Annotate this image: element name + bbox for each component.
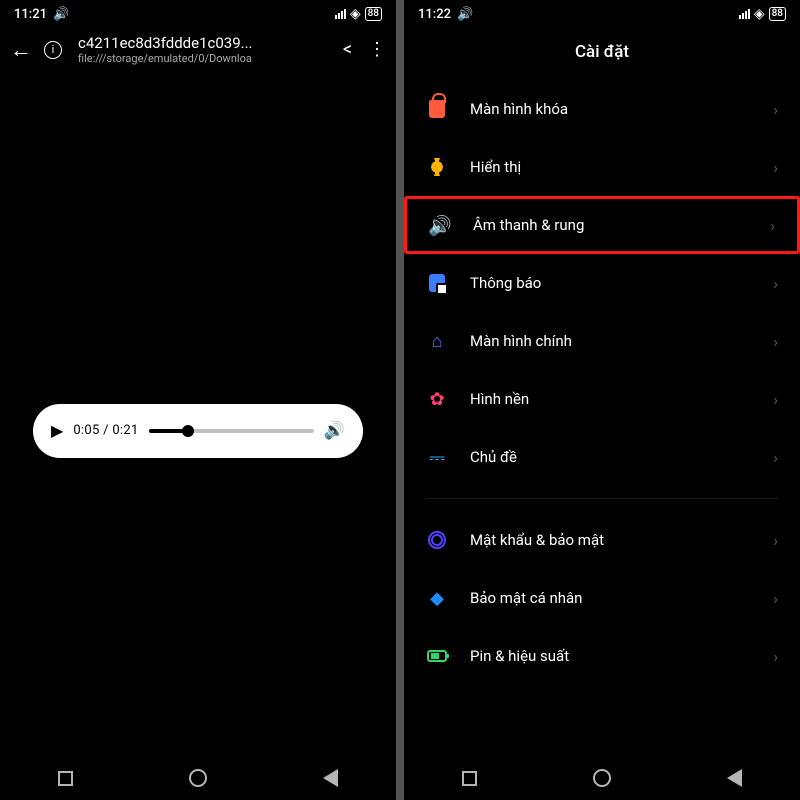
settings-label: Bảo mật cá nhân — [470, 589, 751, 607]
fingerprint-icon — [426, 529, 448, 551]
share-icon[interactable]: < — [343, 39, 352, 60]
settings-label: Chủ đề — [470, 448, 751, 466]
seek-thumb[interactable] — [182, 425, 194, 437]
back-button[interactable]: ← — [10, 37, 32, 63]
chevron-right-icon: › — [773, 274, 778, 293]
wifi-icon: ◈ — [350, 6, 361, 22]
nav-back[interactable] — [727, 769, 742, 787]
chevron-right-icon: › — [773, 332, 778, 351]
phone-left: 11:21 🔊 ◈ 88 ← i c4211ec8d3fddde1c039...… — [0, 0, 396, 800]
navigation-bar — [0, 760, 396, 800]
signal-icon — [335, 9, 346, 19]
sound-icon: 🔊 — [429, 214, 451, 236]
settings-row-theme[interactable]: ⎓ Chủ đề › — [404, 428, 800, 486]
settings-list-2: Mật khẩu & bảo mật›◆Bảo mật cá nhân›Pin … — [404, 511, 800, 685]
nav-recents[interactable] — [58, 771, 73, 786]
site-info-icon[interactable]: i — [44, 41, 62, 59]
chevron-right-icon: › — [773, 531, 778, 550]
audio-player: ▶ 0:05 / 0:21 🔊 — [33, 404, 363, 458]
nav-home[interactable] — [189, 769, 207, 787]
chevron-right-icon: › — [773, 647, 778, 666]
more-icon[interactable]: ⋮ — [368, 39, 386, 60]
settings-label: Màn hình khóa — [470, 100, 751, 118]
status-bar: 11:21 🔊 ◈ 88 — [0, 0, 396, 28]
settings-row-privacy[interactable]: ◆ Bảo mật cá nhân › — [404, 569, 800, 627]
volume-icon[interactable]: 🔊 — [324, 421, 345, 441]
settings-label: Hình nền — [470, 390, 751, 408]
settings-row-sound[interactable]: 🔊 Âm thanh & rung › — [404, 196, 800, 254]
battery-indicator: 88 — [365, 7, 382, 21]
status-time: 11:21 — [14, 7, 47, 22]
sound-status-icon: 🔊 — [457, 7, 473, 22]
settings-title: Cài đặt — [404, 28, 800, 80]
play-button[interactable]: ▶ — [51, 421, 63, 440]
sun-icon — [426, 156, 448, 178]
settings-label: Thông báo — [470, 274, 751, 292]
chevron-right-icon: › — [773, 448, 778, 467]
notification-icon — [426, 272, 448, 294]
wallpaper-icon: ✿ — [426, 388, 448, 410]
url-bar[interactable]: c4211ec8d3fddde1c039... file:///storage/… — [78, 34, 331, 65]
settings-row-notif[interactable]: Thông báo › — [404, 254, 800, 312]
chevron-right-icon: › — [770, 216, 775, 235]
section-divider — [426, 498, 778, 499]
nav-home[interactable] — [593, 769, 611, 787]
chevron-right-icon: › — [773, 589, 778, 608]
player-area: ▶ 0:05 / 0:21 🔊 — [0, 71, 396, 760]
settings-row-wall[interactable]: ✿ Hình nền › — [404, 370, 800, 428]
chevron-right-icon: › — [773, 390, 778, 409]
phone-right: 11:22 🔊 ◈ 88 Cài đặt Màn hình khóa›Hiển … — [404, 0, 800, 800]
signal-icon — [739, 9, 750, 19]
settings-label: Pin & hiệu suất — [470, 647, 751, 665]
settings-row-home[interactable]: ⌂ Màn hình chính › — [404, 312, 800, 370]
browser-header: ← i c4211ec8d3fddde1c039... file:///stor… — [0, 28, 396, 71]
chevron-right-icon: › — [773, 100, 778, 119]
status-bar: 11:22 🔊 ◈ 88 — [404, 0, 800, 28]
settings-row-sun[interactable]: Hiển thị › — [404, 138, 800, 196]
settings-row-lock[interactable]: Màn hình khóa › — [404, 80, 800, 138]
page-url: file:///storage/emulated/0/Downloa — [78, 52, 331, 65]
settings-label: Mật khẩu & bảo mật — [470, 531, 751, 549]
lock-icon — [426, 98, 448, 120]
settings-label: Màn hình chính — [470, 332, 751, 350]
settings-row-security[interactable]: Mật khẩu & bảo mật › — [404, 511, 800, 569]
home-icon: ⌂ — [426, 330, 448, 352]
page-title: c4211ec8d3fddde1c039... — [78, 34, 331, 52]
status-time: 11:22 — [418, 7, 451, 22]
wifi-icon: ◈ — [754, 6, 765, 22]
sound-status-icon: 🔊 — [53, 7, 69, 22]
settings-list: Màn hình khóa › Hiển thị › 🔊 Âm thanh & rung ›… — [404, 80, 800, 486]
audio-time: 0:05 / 0:21 — [73, 423, 138, 438]
settings-row-battery[interactable]: Pin & hiệu suất › — [404, 627, 800, 685]
battery-icon — [426, 645, 448, 667]
audio-seekbar[interactable] — [149, 429, 314, 433]
theme-icon: ⎓ — [426, 446, 448, 468]
nav-recents[interactable] — [462, 771, 477, 786]
nav-back[interactable] — [323, 769, 338, 787]
shield-icon: ◆ — [426, 587, 448, 609]
battery-indicator: 88 — [769, 7, 786, 21]
settings-label: Âm thanh & rung — [473, 216, 748, 234]
navigation-bar — [404, 760, 800, 800]
settings-label: Hiển thị — [470, 158, 751, 176]
chevron-right-icon: › — [773, 158, 778, 177]
